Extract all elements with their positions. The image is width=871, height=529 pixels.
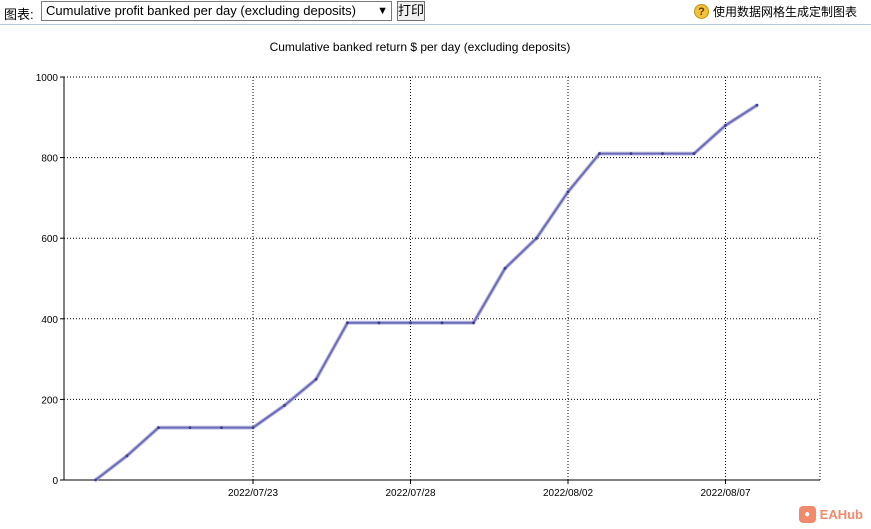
y-tick-label: 600	[41, 234, 58, 245]
watermark: ● EAHub	[798, 506, 863, 523]
data-point	[409, 321, 412, 325]
eahub-logo-icon: ●	[798, 506, 816, 523]
x-tick-label: 2022/08/07	[700, 488, 750, 499]
data-point	[566, 190, 570, 194]
line-chart: 0 200 400 600 800 1000 2022/07/23 2022/07/28 202…	[36, 73, 821, 499]
data-point	[472, 321, 475, 325]
data-point	[755, 103, 759, 107]
y-tick-label: 1000	[36, 73, 59, 84]
data-point	[724, 123, 727, 127]
x-tick-label: 2022/07/23	[228, 488, 278, 499]
y-tick-label: 200	[41, 395, 58, 406]
data-point	[692, 152, 696, 155]
x-tick-label: 2022/07/28	[385, 488, 435, 499]
data-point	[377, 321, 381, 325]
data-point	[94, 478, 97, 482]
data-point	[314, 377, 318, 381]
data-point	[125, 454, 129, 458]
data-point	[157, 426, 160, 430]
x-tick-label: 2022/08/02	[543, 488, 593, 499]
data-point	[503, 267, 507, 270]
data-point	[629, 152, 633, 155]
data-point	[251, 426, 255, 430]
y-tick-label: 0	[52, 476, 58, 487]
data-point	[346, 321, 349, 325]
y-tick-label: 400	[41, 315, 58, 326]
data-point	[440, 321, 444, 325]
data-point	[220, 426, 223, 430]
data-point	[283, 404, 286, 407]
data-point	[598, 152, 601, 155]
data-point	[188, 426, 192, 430]
series-line-shadow	[94, 103, 759, 482]
series-line	[94, 104, 758, 481]
y-tick-label: 800	[41, 154, 58, 165]
data-point	[535, 236, 538, 240]
data-point	[661, 152, 664, 155]
watermark-text: EAHub	[819, 507, 863, 522]
